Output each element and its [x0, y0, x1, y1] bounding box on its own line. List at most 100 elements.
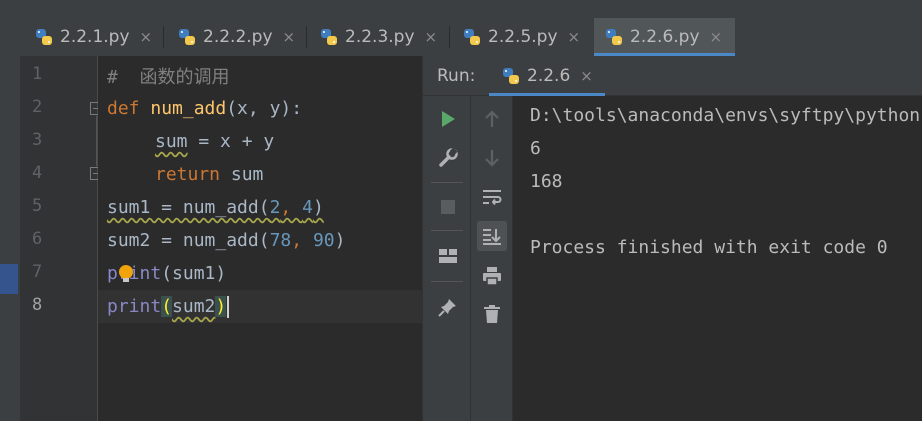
expression: sum1 = num_add(: [107, 197, 270, 218]
number: 78: [269, 230, 292, 251]
paren: ): [334, 230, 346, 251]
line-number: 5: [32, 196, 43, 216]
trash-icon: [484, 305, 500, 323]
toolbar-separator: [431, 182, 463, 183]
run-toolbar-primary: [423, 96, 471, 421]
tab-2-2-3[interactable]: 2.2.3.py ×: [319, 18, 445, 56]
tab-2-2-5[interactable]: 2.2.5.py ×: [462, 18, 588, 56]
tab-label: 2.2.3.py: [345, 27, 415, 47]
structure-marker[interactable]: [0, 264, 18, 294]
expression: sum2 = num_add(: [107, 230, 270, 251]
stop-button[interactable]: [433, 192, 463, 222]
builtin-print: print: [107, 296, 162, 317]
builtin-print: print: [107, 263, 162, 284]
line-number: 7: [32, 262, 43, 282]
tab-2-2-2[interactable]: 2.2.2.py ×: [177, 18, 303, 56]
console-line: 168: [530, 171, 563, 192]
line-number: 2: [32, 97, 43, 117]
close-icon[interactable]: ×: [425, 28, 438, 46]
line-number: 3: [32, 130, 43, 150]
python-file-icon: [503, 68, 519, 84]
run-console-output[interactable]: D:\tools\anaconda\envs\syftpy\python.exe…: [513, 96, 922, 421]
python-file-icon: [321, 29, 337, 45]
tab-divider: [449, 26, 450, 48]
line-number-gutter: 1 2 3 4 5 6 7 8: [20, 56, 103, 421]
line-number: 8: [32, 295, 43, 315]
play-icon: [442, 111, 455, 127]
wrench-icon: [439, 148, 458, 167]
close-icon[interactable]: ×: [710, 28, 723, 46]
pin-icon: [438, 299, 456, 317]
stop-icon: [441, 200, 455, 214]
run-config-tab[interactable]: 2.2.6 ×: [489, 56, 605, 96]
close-icon[interactable]: ×: [580, 67, 593, 85]
python-file-icon: [179, 29, 195, 45]
down-stack-button[interactable]: [477, 143, 507, 173]
console-line: Process finished with exit code 0: [530, 237, 888, 258]
line-number: 6: [32, 229, 43, 249]
number: 2: [269, 197, 281, 218]
code-line-6: sum2 = num_add(78, 90): [107, 224, 345, 257]
expression: = x + y: [187, 131, 275, 152]
keyword: def: [107, 98, 140, 119]
print-button[interactable]: [477, 261, 507, 291]
pin-tab-button[interactable]: [433, 292, 463, 322]
fold-guide: [96, 116, 97, 166]
code-line-2: def num_add (x, y):: [107, 92, 302, 125]
params: (x, y):: [226, 98, 303, 119]
console-line: D:\tools\anaconda\envs\syftpy\python.exe: [530, 105, 922, 126]
tab-divider: [306, 26, 307, 48]
edit-config-button[interactable]: [433, 143, 463, 173]
run-toolbar-secondary: [471, 96, 513, 421]
variable-warning: sum: [155, 131, 188, 152]
arrow-up-icon: [485, 110, 499, 127]
code-line-3: sum = x + y: [155, 125, 274, 158]
comma: ,: [291, 230, 313, 251]
function-name: num_add: [150, 98, 227, 119]
line-number: 1: [32, 64, 43, 84]
tab-label: 2.2.6.py: [630, 27, 700, 47]
code-line-5: sum1 = num_add(2, 4): [107, 191, 324, 224]
paren: ): [312, 197, 324, 218]
close-icon[interactable]: ×: [140, 28, 153, 46]
tab-label: 2.2.5.py: [488, 27, 558, 47]
layout-button[interactable]: [433, 241, 463, 271]
run-label: Run:: [437, 66, 476, 86]
python-file-icon: [464, 29, 480, 45]
run-header: Run: 2.2.6 ×: [423, 56, 922, 96]
text-caret: [227, 295, 230, 318]
left-tool-strip: [0, 56, 20, 421]
code-editor[interactable]: # 函数的调用 def num_add (x, y): sum = x + y r…: [98, 56, 422, 421]
comment: # 函数的调用: [107, 66, 230, 88]
close-icon[interactable]: ×: [283, 28, 296, 46]
run-tab-label: 2.2.6: [527, 66, 571, 86]
up-stack-button[interactable]: [477, 104, 507, 134]
scroll-to-end-icon: [483, 229, 501, 245]
lightbulb-icon[interactable]: [119, 265, 133, 282]
code-line-1: # 函数的调用: [107, 59, 230, 92]
editor-tab-bar: 2.2.1.py × 2.2.2.py × 2.2.3.py × 2.2.5.p…: [0, 18, 922, 56]
layout-icon: [439, 249, 457, 263]
toolbar-separator: [431, 230, 463, 231]
matched-brace: ): [215, 296, 227, 317]
tab-divider: [163, 26, 164, 48]
python-file-icon: [606, 29, 622, 45]
arrow-down-icon: [485, 150, 499, 167]
number: 4: [302, 197, 313, 218]
tab-label: 2.2.2.py: [203, 27, 273, 47]
call-args: (sum1): [161, 263, 227, 284]
toolbar-separator: [431, 281, 463, 282]
tab-2-2-1[interactable]: 2.2.1.py ×: [34, 18, 160, 56]
scroll-to-end-button[interactable]: [477, 221, 507, 251]
clear-all-button[interactable]: [477, 299, 507, 329]
soft-wrap-icon: [483, 190, 502, 206]
close-icon[interactable]: ×: [568, 28, 581, 46]
rerun-button[interactable]: [433, 104, 463, 134]
line-number: 4: [32, 163, 43, 183]
printer-icon: [483, 267, 501, 286]
console-line: 6: [530, 138, 541, 159]
number: 90: [312, 230, 335, 251]
python-file-icon: [36, 29, 52, 45]
tab-2-2-6[interactable]: 2.2.6.py ×: [594, 18, 735, 56]
soft-wrap-button[interactable]: [477, 182, 507, 212]
